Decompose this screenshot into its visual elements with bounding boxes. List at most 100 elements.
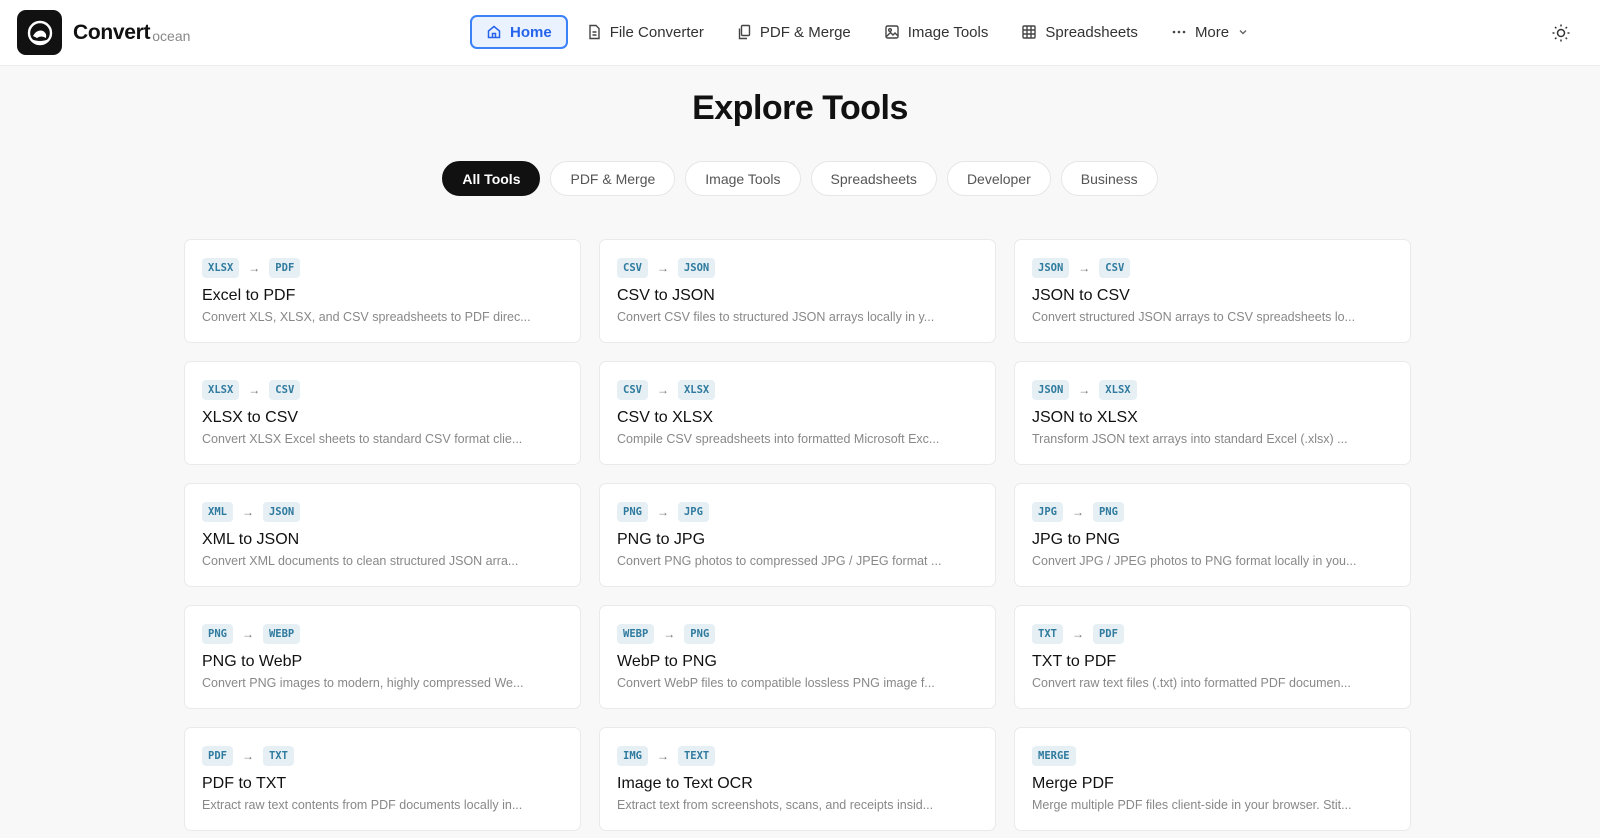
tool-grid: XLSX → PDF Excel to PDF Convert XLS, XLSX, a… bbox=[184, 239, 1411, 831]
tool-title: PNG to WebP bbox=[202, 653, 303, 670]
nav-spreadsheets[interactable]: Spreadsheets bbox=[1007, 15, 1152, 49]
source-format-badge: PNG bbox=[617, 502, 648, 522]
tool-card[interactable]: IMG → TEXT Image to Text OCR Extract text fr… bbox=[599, 727, 996, 831]
format-tags: TXT → PDF bbox=[1032, 624, 1393, 644]
nav-more[interactable]: More bbox=[1157, 15, 1263, 49]
nav-pdf-merge[interactable]: PDF & Merge bbox=[723, 15, 865, 49]
tool-card[interactable]: JPG → PNG JPG to PNG Convert JPG / JPEG phot… bbox=[1014, 483, 1411, 587]
tool-card[interactable]: WEBP → PNG WebP to PNG Convert WebP files to… bbox=[599, 605, 996, 709]
tool-card[interactable]: CSV → JSON CSV to JSON Convert CSV files to … bbox=[599, 239, 996, 343]
tool-card[interactable]: JSON → XLSX JSON to XLSX Transform JSON text… bbox=[1014, 361, 1411, 465]
target-format-badge: JSON bbox=[677, 258, 716, 278]
nav-label: Spreadsheets bbox=[1045, 23, 1138, 41]
nav-label: PDF & Merge bbox=[759, 23, 851, 41]
target-format-badge: JPG bbox=[677, 502, 709, 522]
theme-toggle-button[interactable] bbox=[1548, 20, 1574, 46]
tool-card[interactable]: PNG → WEBP PNG to WebP Convert PNG images to… bbox=[184, 605, 581, 709]
tool-card[interactable]: XML → JSON XML to JSON Convert XML documents… bbox=[184, 483, 581, 587]
tool-card[interactable]: JSON → CSV JSON to CSV Convert structured JS… bbox=[1014, 239, 1411, 343]
target-format-badge: WEBP bbox=[262, 624, 301, 644]
tool-description: Convert PNG images to modern, highly com… bbox=[202, 676, 524, 690]
source-format-badge: CSV bbox=[617, 258, 648, 278]
filter-image-tools[interactable]: Image Tools bbox=[685, 161, 801, 196]
tool-description: Compile CSV spreadsheets into formatted … bbox=[617, 432, 940, 446]
filter-business[interactable]: Business bbox=[1060, 161, 1158, 196]
tool-card[interactable]: CSV → XLSX CSV to XLSX Compile CSV spreadshe… bbox=[599, 361, 996, 465]
arrow-right-icon: → bbox=[1071, 627, 1084, 641]
target-format-badge: TEXT bbox=[677, 746, 716, 766]
tool-title: WebP to PNG bbox=[617, 653, 717, 670]
nav-image-tools[interactable]: Image Tools bbox=[870, 15, 1003, 49]
source-format-badge: XLSX bbox=[202, 380, 240, 400]
filter-pdf-merge[interactable]: PDF & Merge bbox=[550, 161, 676, 196]
format-tags: JPG → PNG bbox=[1032, 502, 1393, 522]
tool-card[interactable]: MERGE Merge PDF Merge multiple PDF files c… bbox=[1014, 727, 1411, 831]
tool-title: PDF to TXT bbox=[202, 775, 287, 792]
arrow-right-icon: → bbox=[656, 261, 669, 275]
tool-description: Extract raw text contents from PDF docum… bbox=[202, 798, 523, 812]
tool-description: Convert structured JSON arrays to CSV sp… bbox=[1032, 310, 1356, 324]
source-format-badge: XLSX bbox=[202, 258, 240, 278]
tool-description: Convert XLS, XLSX, and CSV spreadsheets … bbox=[202, 310, 531, 324]
copy-icon bbox=[738, 24, 751, 40]
filter-spreadsheets[interactable]: Spreadsheets bbox=[810, 161, 937, 196]
tool-title: TXT to PDF bbox=[1032, 653, 1117, 670]
nav-label: More bbox=[1194, 23, 1230, 41]
format-tags: XML → JSON bbox=[202, 502, 563, 522]
logo-icon bbox=[17, 10, 62, 55]
arrow-right-icon: → bbox=[241, 627, 254, 641]
tool-title: JSON to XLSX bbox=[1032, 409, 1138, 426]
format-tags: PNG → WEBP bbox=[202, 624, 563, 644]
source-format-badge: TXT bbox=[1032, 624, 1063, 644]
tool-card[interactable]: XLSX → PDF Excel to PDF Convert XLS, XLSX, a… bbox=[184, 239, 581, 343]
nav-home[interactable]: Home bbox=[470, 15, 568, 49]
tool-card[interactable]: PDF → TXT PDF to TXT Extract raw text conten… bbox=[184, 727, 581, 831]
sun-icon bbox=[1552, 24, 1570, 42]
category-filters: All Tools PDF & Merge Image Tools Spread… bbox=[0, 161, 1600, 196]
tool-title: PNG to JPG bbox=[617, 531, 706, 548]
arrow-right-icon: → bbox=[1078, 383, 1091, 397]
format-tags: JSON → CSV bbox=[1032, 258, 1393, 278]
nav-label: File Converter bbox=[609, 23, 704, 41]
arrow-right-icon: → bbox=[663, 627, 676, 641]
grid-icon bbox=[1022, 25, 1037, 39]
nav-file-converter[interactable]: File Converter bbox=[573, 15, 718, 49]
tool-card[interactable]: TXT → PDF TXT to PDF Convert raw text files … bbox=[1014, 605, 1411, 709]
format-tags: XLSX → PDF bbox=[202, 258, 563, 278]
tool-title: JPG to PNG bbox=[1032, 531, 1121, 548]
arrow-right-icon: → bbox=[1071, 505, 1084, 519]
arrow-right-icon: → bbox=[241, 749, 254, 763]
tool-card[interactable]: XLSX → CSV XLSX to CSV Convert XLSX Excel sh… bbox=[184, 361, 581, 465]
target-format-badge: CSV bbox=[1099, 258, 1131, 278]
source-format-badge: MERGE bbox=[1032, 746, 1076, 766]
tool-card[interactable]: PNG → JPG PNG to JPG Convert PNG photos to c… bbox=[599, 483, 996, 587]
target-format-badge: PNG bbox=[1092, 502, 1124, 522]
brand-name: Convert bbox=[73, 20, 151, 44]
page-title: Explore Tools bbox=[692, 89, 908, 127]
tool-description: Transform JSON text arrays into standard… bbox=[1032, 432, 1348, 446]
filter-all-tools[interactable]: All Tools bbox=[442, 161, 541, 196]
top-navigation-bar: Convert ocean Home File Converter PDF & … bbox=[0, 0, 1600, 66]
format-tags: JSON → XLSX bbox=[1032, 380, 1393, 400]
brand[interactable]: Convert ocean bbox=[17, 10, 190, 55]
format-tags: WEBP → PNG bbox=[617, 624, 978, 644]
arrow-right-icon: → bbox=[248, 261, 261, 275]
tool-description: Convert XML documents to clean structure… bbox=[202, 554, 519, 568]
target-format-badge: TXT bbox=[262, 746, 294, 766]
dots-icon bbox=[1172, 30, 1186, 34]
home-icon bbox=[487, 25, 501, 39]
tool-description: Convert JPG / JPEG photos to PNG format … bbox=[1032, 554, 1357, 568]
source-format-badge: WEBP bbox=[617, 624, 655, 644]
tool-title: Excel to PDF bbox=[202, 287, 296, 304]
source-format-badge: XML bbox=[202, 502, 233, 522]
format-tags: MERGE bbox=[1032, 746, 1393, 766]
tool-description: Convert CSV files to structured JSON arr… bbox=[617, 310, 935, 324]
format-tags: PNG → JPG bbox=[617, 502, 978, 522]
filter-developer[interactable]: Developer bbox=[946, 161, 1051, 196]
main-nav: Home File Converter PDF & Merge Image To… bbox=[470, 15, 1268, 49]
source-format-badge: IMG bbox=[617, 746, 648, 766]
tool-title: XML to JSON bbox=[202, 531, 300, 548]
source-format-badge: JSON bbox=[1032, 380, 1070, 400]
target-format-badge: XLSX bbox=[1099, 380, 1137, 400]
chevron-down-icon bbox=[1239, 30, 1247, 35]
